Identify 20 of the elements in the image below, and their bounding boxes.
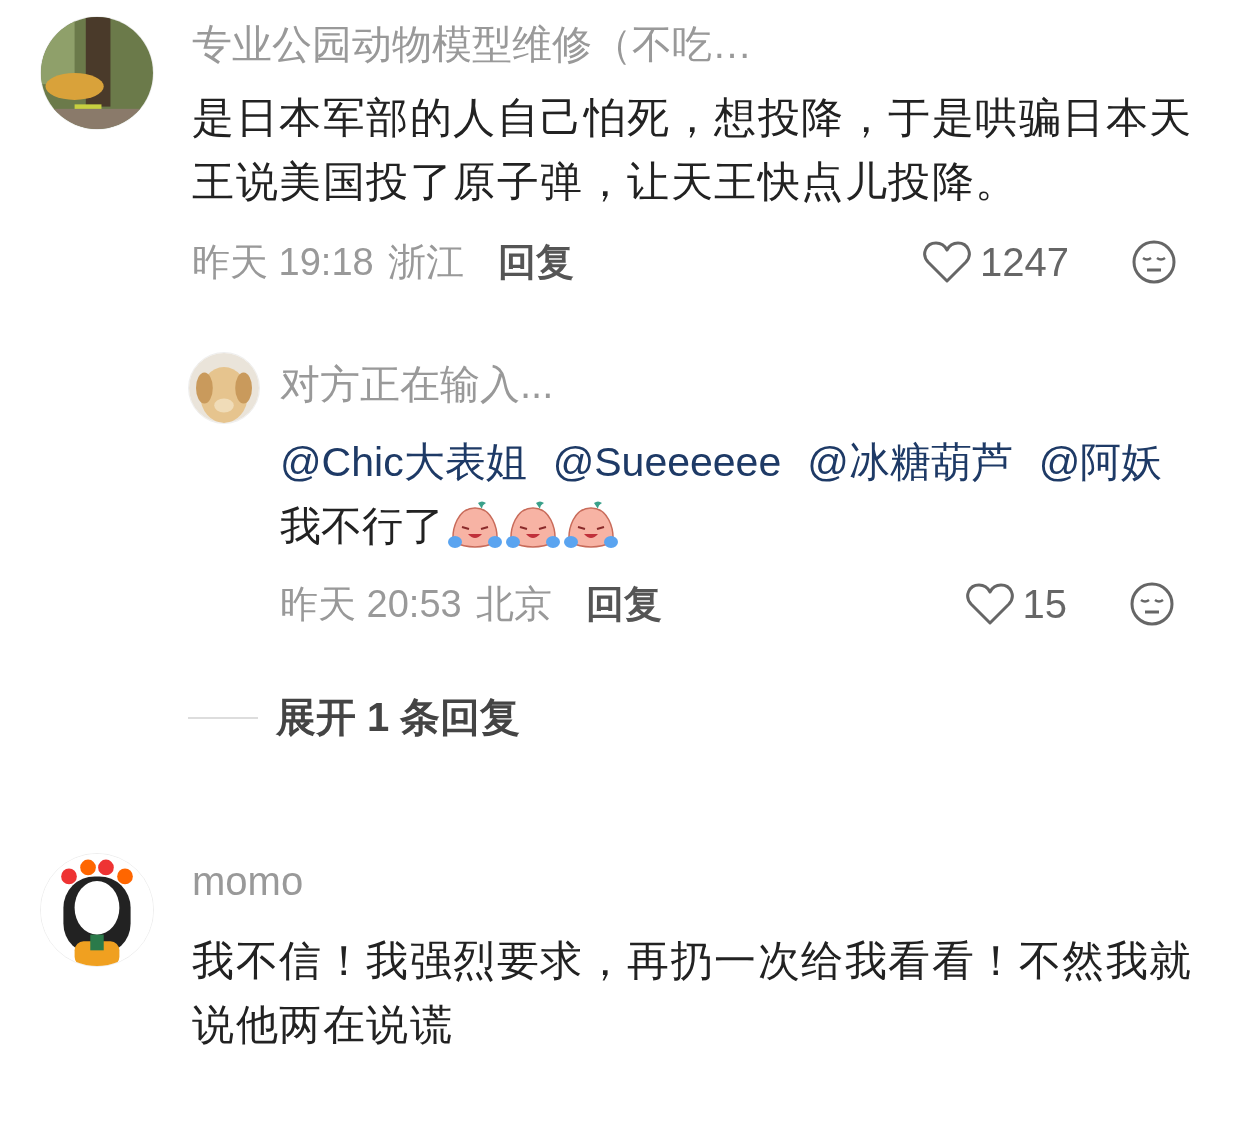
mention-link[interactable]: @Chic大表姐 bbox=[280, 432, 527, 492]
timestamp: 昨天 19:18 bbox=[192, 239, 374, 285]
neutral-face-icon[interactable] bbox=[1131, 239, 1177, 285]
mention-link[interactable]: @阿妖 bbox=[1038, 432, 1163, 492]
reply-button[interactable]: 回复 bbox=[585, 578, 662, 630]
heart-icon[interactable] bbox=[922, 240, 972, 284]
like-count: 1247 bbox=[980, 239, 1069, 285]
reply-button[interactable]: 回复 bbox=[497, 236, 574, 288]
comment-text: 我不信！我强烈要求，再扔一次给我看看！不然我就说他两在说谎 bbox=[192, 936, 1194, 1050]
like-count: 15 bbox=[1022, 581, 1067, 627]
timestamp: 昨天 20:53 bbox=[280, 581, 462, 627]
mention-link[interactable]: @Sueeeeee bbox=[552, 432, 782, 492]
neutral-face-icon[interactable] bbox=[1129, 581, 1175, 627]
location: 北京 bbox=[475, 581, 552, 627]
location: 浙江 bbox=[387, 239, 464, 285]
mention-link[interactable]: @冰糖葫芦 bbox=[807, 432, 1013, 492]
expand-replies-button[interactable]: 展开 1 条回复 bbox=[276, 690, 521, 745]
comment-text: 是日本军部的人自己怕死，想投降，于是哄骗日本天王说美国投了原子弹，让天王快点儿投降。 bbox=[192, 93, 1194, 207]
reply-text: 我不行了 bbox=[280, 502, 444, 551]
heart-icon[interactable] bbox=[964, 582, 1015, 626]
